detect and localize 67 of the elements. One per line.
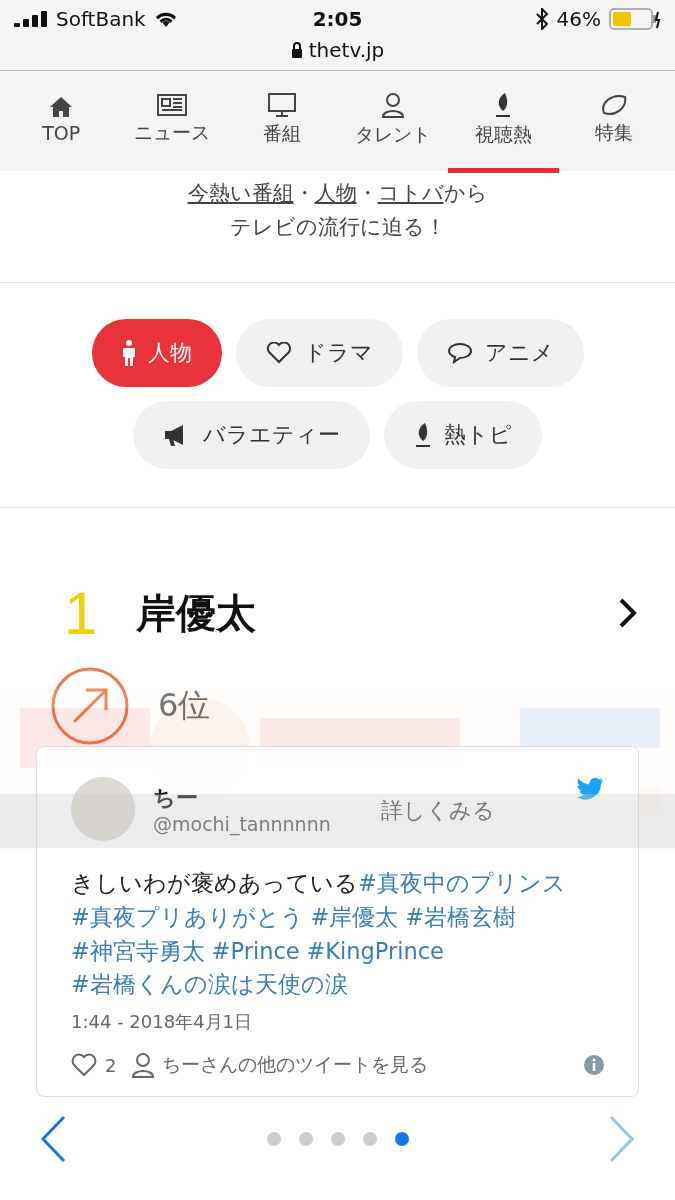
hashtag-link[interactable]: #真夜中のプリンス <box>358 867 566 901</box>
category-chip[interactable]: 熱トピ <box>384 401 542 470</box>
intro-text: から <box>443 180 488 207</box>
nav-tab[interactable]: TOP <box>6 71 117 173</box>
intro-text: ・ <box>293 180 315 207</box>
category-chip[interactable]: 人物 <box>91 319 222 388</box>
category-chip[interactable]: バラエティー <box>133 401 370 470</box>
leaf-icon <box>600 93 627 116</box>
battery-icon <box>609 8 661 30</box>
heart-icon <box>265 342 292 365</box>
monitor-icon <box>268 92 297 117</box>
person-icon <box>380 91 405 118</box>
newspaper-icon <box>156 93 187 116</box>
pager-dot[interactable] <box>266 1132 281 1147</box>
person-name: 岸優太 <box>136 588 257 638</box>
flame-icon <box>414 422 432 449</box>
like-count: 2 <box>105 1054 117 1076</box>
previous-rank: 6位 <box>158 685 211 727</box>
arrow-up-right-icon <box>50 666 130 747</box>
house-icon <box>49 95 74 118</box>
hashtag-link[interactable]: #KingPrince <box>306 934 444 969</box>
tweet-timestamp: 1:44 - 2018年4月1日 <box>71 1010 254 1035</box>
tweet-handle: @mochi_tannnnnn <box>153 813 331 836</box>
tweet-text: きしいわが褒めあっている <box>71 870 358 897</box>
rank-number: 1 <box>64 578 99 648</box>
carrier-name: SoftBank <box>56 7 146 31</box>
chevron-left-icon[interactable] <box>40 1115 66 1164</box>
hashtag-link[interactable]: #Prince <box>211 934 300 969</box>
hashtag-link[interactable]: #岩橋玄樹 <box>405 900 517 935</box>
hashtag-link[interactable]: #神宮寺勇太 <box>71 934 205 969</box>
nav-tab[interactable]: ニュース <box>116 71 227 173</box>
chevron-right-icon[interactable] <box>617 597 639 630</box>
intro-link[interactable]: 人物 <box>314 177 357 211</box>
flame-icon <box>494 91 513 118</box>
ad-button-label[interactable]: 詳しくみる <box>380 796 495 827</box>
wifi-icon <box>153 10 178 28</box>
info-icon <box>584 1055 604 1076</box>
battery-percent: 46% <box>556 7 601 31</box>
pager-dot[interactable] <box>298 1132 313 1147</box>
category-chip[interactable]: アニメ <box>416 319 584 388</box>
speech-bubble-icon <box>446 342 473 365</box>
pager-dot[interactable] <box>362 1132 377 1147</box>
nav-tab[interactable]: 特集 <box>558 71 669 173</box>
hashtag-link[interactable]: #真夜プリありがとう <box>71 900 304 935</box>
intro-text: ・ <box>356 180 378 207</box>
nav-tab[interactable]: 番組 <box>227 71 338 173</box>
hashtag-link[interactable]: #岩橋くんの涙は天使の涙 <box>71 968 348 1003</box>
intro-link[interactable]: 今熱い番組 <box>187 177 294 211</box>
nav-tab[interactable]: 視聴熱 <box>448 71 559 173</box>
clock-time: 2:05 <box>312 7 363 31</box>
nav-tab[interactable]: タレント <box>337 71 448 173</box>
category-chip[interactable]: ドラマ <box>235 319 403 388</box>
page-url[interactable]: thetv.jp <box>308 38 385 62</box>
more-tweets-link[interactable]: ちーさんの他のツイートを見る <box>162 1052 576 1079</box>
bluetooth-icon <box>534 8 549 30</box>
intro-text: テレビの流行に迫る！ <box>229 213 446 241</box>
bird-icon <box>576 777 604 802</box>
intro-link[interactable]: コトバ <box>377 177 444 211</box>
tweet-author: ちー <box>153 784 198 813</box>
pager-dot[interactable] <box>394 1132 409 1147</box>
hashtag-link[interactable]: #岸優太 <box>310 900 399 935</box>
heart-icon[interactable] <box>71 1053 97 1078</box>
signal-icon <box>14 11 48 27</box>
person-icon <box>132 1052 155 1079</box>
person-icon <box>121 340 136 367</box>
pager-dot[interactable] <box>330 1132 345 1147</box>
lock-icon <box>290 42 303 58</box>
